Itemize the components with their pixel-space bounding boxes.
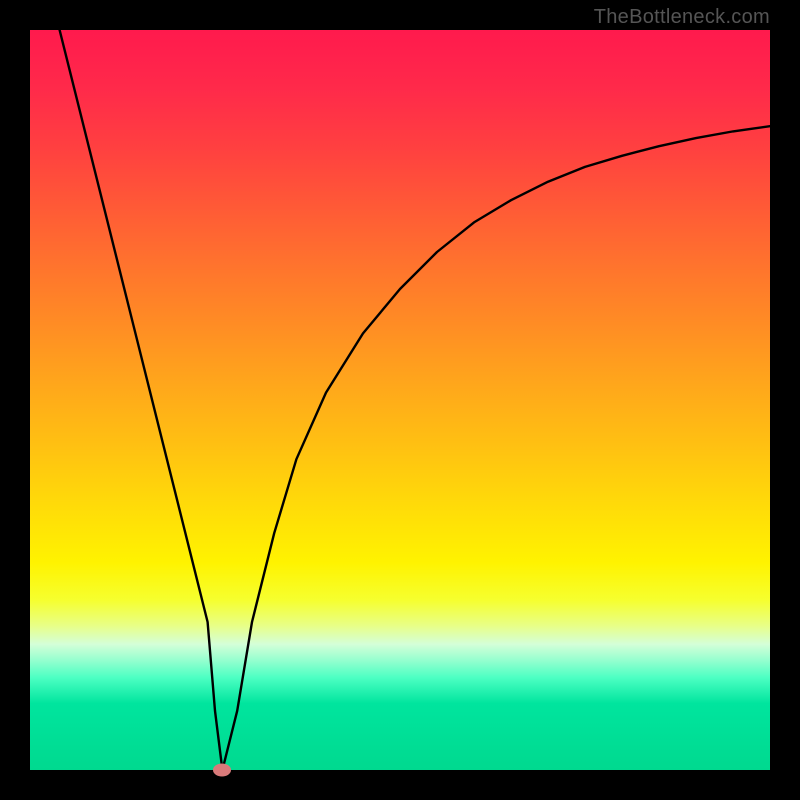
watermark-text: TheBottleneck.com (594, 6, 770, 29)
plot-area (30, 30, 770, 770)
minimum-marker (213, 764, 231, 777)
bottleneck-curve (60, 30, 770, 770)
chart-container: TheBottleneck.com (0, 0, 800, 800)
curve-svg (30, 30, 770, 770)
